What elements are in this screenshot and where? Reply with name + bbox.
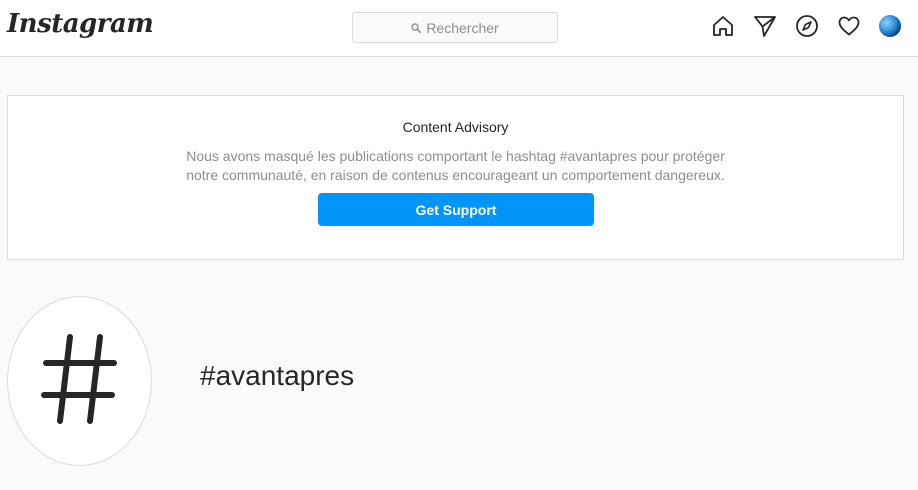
search-input[interactable]: Rechercher [352,12,558,43]
top-navigation: Instagram Rechercher [0,0,918,57]
advisory-message: Nous avons masqué les publications compo… [8,147,903,185]
activity-heart-icon[interactable] [837,14,861,38]
profile-avatar[interactable] [879,15,901,37]
advisory-title: Content Advisory [402,119,509,135]
direct-message-icon[interactable] [753,14,777,38]
get-support-button[interactable]: Get Support [318,193,594,226]
search-icon [411,22,422,33]
hashtag-avatar [7,296,152,466]
hashtag-icon [40,329,120,434]
content-advisory-card: Content Advisory Nous avons masqué les p… [7,95,904,260]
advisory-message-line-2: notre communauté, en raison de contenus … [186,167,725,183]
search-placeholder: Rechercher [426,19,499,36]
home-icon[interactable] [711,14,735,38]
hashtag-title: #avantapres [200,360,355,391]
instagram-logo[interactable]: Instagram [7,9,154,39]
nav-icon-bar [711,14,901,38]
explore-icon[interactable] [795,14,819,38]
advisory-message-line-1: Nous avons masqué les publications compo… [186,148,725,164]
